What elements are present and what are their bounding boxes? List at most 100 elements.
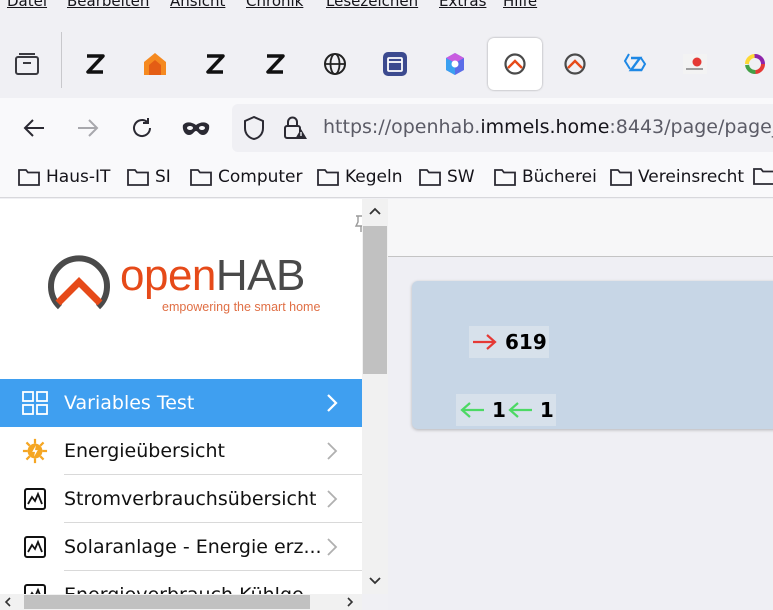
home-icon — [144, 53, 166, 75]
sidebar-item-label: Solaranlage - Energie erz... — [64, 536, 322, 558]
menu-hilfe[interactable]: Hilfe — [503, 0, 537, 10]
menu-lesezeichen[interactable]: Lesezeichen — [326, 0, 418, 10]
pin-icon[interactable] — [354, 215, 362, 233]
bookmark-folder-buecherei[interactable]: Bücherei — [494, 167, 597, 187]
scrollbar-thumb[interactable] — [363, 226, 387, 374]
sidebar-item-label: Energieübersicht — [64, 440, 225, 462]
export-row: 619 — [469, 326, 549, 358]
arrow-left-icon — [460, 402, 484, 418]
sun-bolt-icon — [22, 438, 48, 464]
tab-globe[interactable] — [308, 38, 362, 90]
sidebar-item-label: Stromverbrauchsübersicht — [64, 488, 317, 510]
export-value: 619 — [505, 330, 547, 354]
openhab-wordmark: openHAB — [120, 251, 305, 300]
tab-separator — [61, 32, 62, 88]
tab-home[interactable] — [128, 38, 182, 90]
scroll-left-arrow-icon[interactable] — [4, 597, 12, 607]
ring-icon — [745, 54, 765, 74]
forward-button[interactable] — [72, 112, 104, 144]
import-value-1: 1 — [492, 398, 506, 422]
tab-copilot[interactable] — [428, 38, 482, 90]
openhab-logo-icon — [48, 255, 110, 310]
lock-warning-icon[interactable] — [282, 115, 308, 141]
mask-icon — [182, 122, 210, 135]
sidebar-item-solaranlage[interactable]: Solaranlage - Energie erz... — [0, 523, 362, 571]
zed-icon — [266, 54, 285, 74]
tab-zed-3[interactable] — [248, 38, 302, 90]
store-icon — [383, 52, 407, 76]
shield-icon[interactable] — [243, 116, 265, 140]
openhab-icon — [504, 53, 526, 75]
bookmark-folder-sw[interactable]: SW — [419, 167, 475, 187]
tab-store[interactable] — [368, 38, 422, 90]
site-icon — [683, 54, 707, 74]
chart-icon — [22, 486, 48, 512]
bookmark-folder-kegeln[interactable]: Kegeln — [317, 167, 403, 187]
tab-ring[interactable] — [728, 38, 773, 90]
scroll-up-arrow-icon[interactable] — [369, 207, 381, 215]
bookmark-folder-overflow[interactable] — [753, 167, 773, 185]
tab-zammad[interactable] — [608, 38, 662, 90]
tab-overview-button[interactable] — [0, 38, 54, 90]
menu-extras[interactable]: Extras — [439, 0, 486, 10]
globe-icon — [324, 53, 346, 75]
folder-icon — [317, 169, 339, 186]
bookmarks-toolbar: Haus-IT SI Computer Kegeln SW Bücherei V… — [0, 158, 773, 198]
forward-arrow-icon — [78, 119, 99, 137]
widget-card[interactable]: 619 1 1 — [412, 281, 773, 429]
chevron-right-icon — [327, 538, 338, 556]
bookmark-folder-vereinsrecht[interactable]: Vereinsrecht — [610, 167, 744, 187]
back-arrow-icon — [23, 119, 44, 137]
reload-icon — [133, 118, 152, 137]
scroll-right-arrow-icon[interactable] — [346, 597, 354, 607]
sidebar-item-variables-test[interactable]: Variables Test — [0, 379, 362, 427]
url-bar[interactable]: https://openhab.immels.home:8443/page/pa… — [232, 104, 773, 152]
bookmark-folder-haus-it[interactable]: Haus-IT — [18, 167, 110, 187]
openhab-logo: openHAB empowering the smart home — [46, 249, 346, 329]
tab-openhab-active[interactable] — [488, 38, 542, 90]
scrollbar-thumb[interactable] — [24, 595, 310, 609]
bookmark-folder-si[interactable]: SI — [127, 167, 171, 187]
sidebar: openHAB empowering the smart home Variab… — [0, 199, 362, 610]
bookmark-folder-computer[interactable]: Computer — [190, 167, 303, 187]
menu-bar: Datei Bearbeiten Ansicht Chronik Lesezei… — [0, 0, 773, 14]
folder-icon — [753, 168, 773, 185]
arrow-right-icon — [473, 334, 497, 350]
tab-strip — [0, 28, 773, 98]
menu-bearbeiten[interactable]: Bearbeiten — [67, 0, 149, 10]
chart-icon — [22, 534, 48, 560]
folder-icon — [419, 169, 441, 186]
zed-icon — [86, 54, 105, 74]
tab-zed-2[interactable] — [188, 38, 242, 90]
url-text[interactable]: https://openhab.immels.home:8443/page/pa… — [323, 116, 773, 138]
zammad-icon — [623, 53, 647, 72]
tab-openhab[interactable] — [548, 38, 602, 90]
folder-icon — [18, 169, 40, 186]
back-button[interactable] — [18, 112, 50, 144]
sidebar-horizontal-scrollbar[interactable] — [0, 594, 362, 610]
import-row: 1 1 — [456, 394, 556, 426]
reload-button[interactable] — [126, 112, 158, 144]
zed-icon — [206, 54, 225, 74]
sidebar-item-energieuebersicht[interactable]: Energieübersicht — [0, 427, 362, 475]
sidebar-vertical-scrollbar[interactable] — [362, 199, 388, 594]
menu-ansicht[interactable]: Ansicht — [170, 0, 225, 10]
chevron-right-icon — [327, 394, 338, 412]
scroll-down-arrow-icon[interactable] — [369, 577, 381, 585]
chevron-right-icon — [327, 490, 338, 508]
menu-chronik[interactable]: Chronik — [246, 0, 303, 10]
arrow-left-icon — [508, 402, 532, 418]
tab-site[interactable] — [668, 38, 722, 90]
private-browsing-button[interactable] — [180, 112, 212, 144]
navigation-bar: https://openhab.immels.home:8443/page/pa… — [0, 98, 773, 158]
folder-icon — [127, 169, 149, 186]
openhab-tagline: empowering the smart home — [162, 300, 321, 314]
openhab-icon — [564, 53, 586, 75]
folder-icon — [190, 169, 212, 186]
sidebar-item-label: Variables Test — [64, 392, 195, 414]
copilot-icon — [446, 53, 464, 75]
sidebar-item-stromverbrauchsuebersicht[interactable]: Stromverbrauchsübersicht — [0, 475, 362, 523]
tab-zed-1[interactable] — [68, 38, 122, 90]
menu-datei[interactable]: Datei — [7, 0, 47, 10]
import-value-2: 1 — [539, 398, 554, 422]
